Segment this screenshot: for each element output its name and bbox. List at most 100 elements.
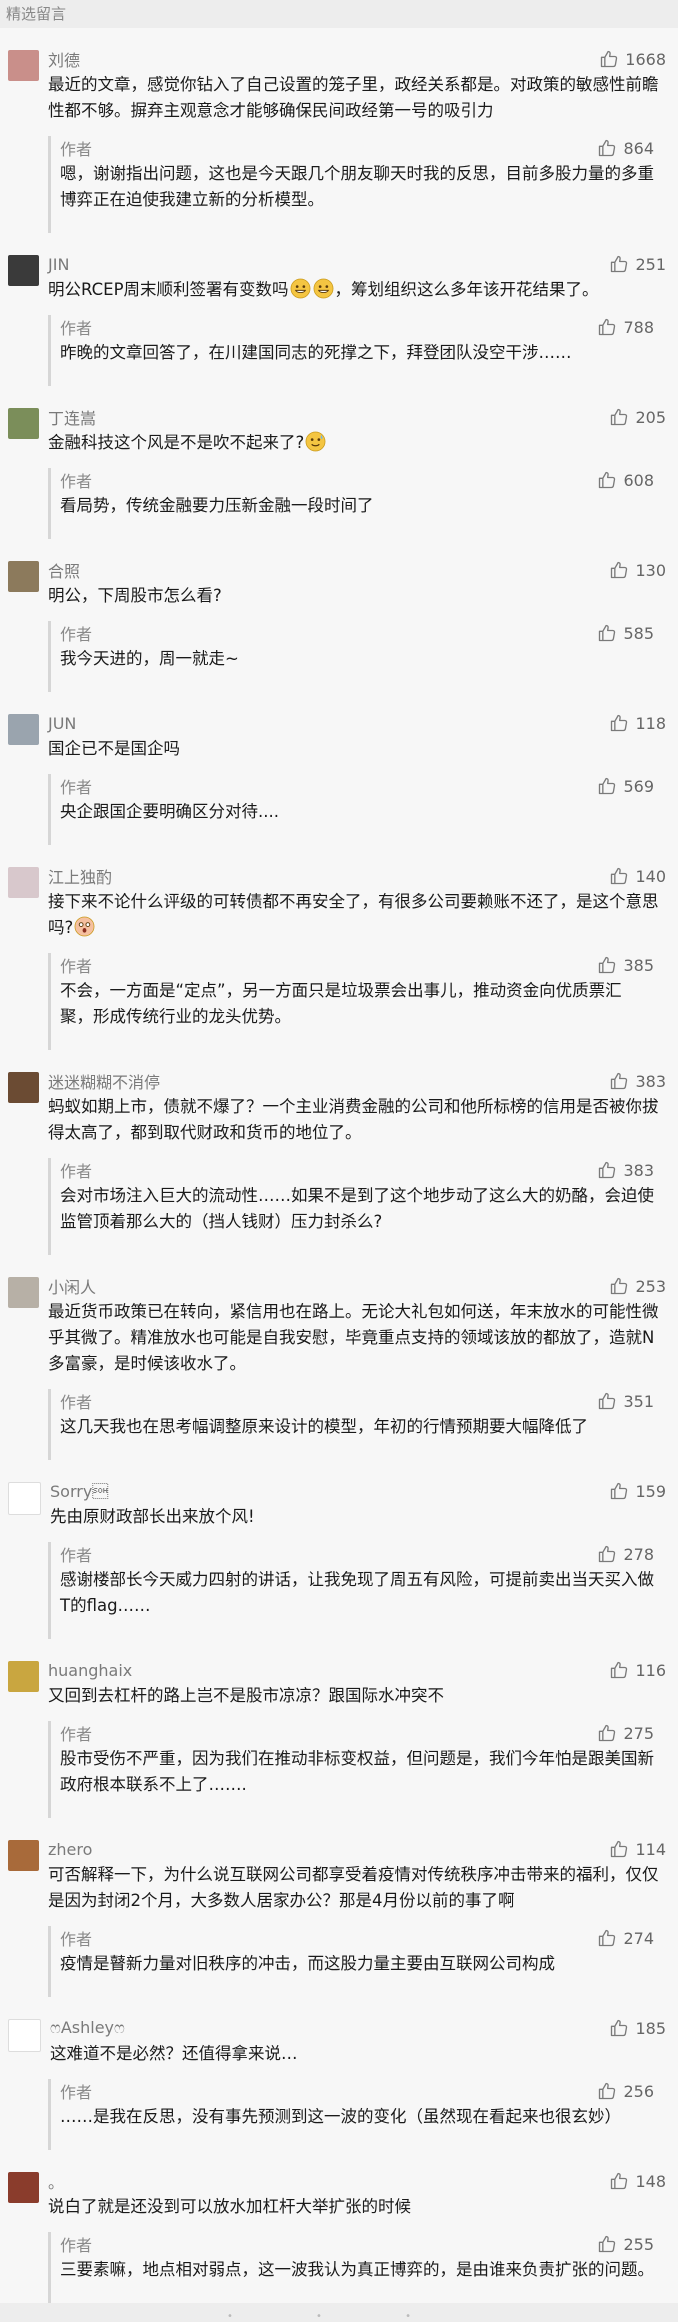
avatar[interactable] bbox=[8, 1840, 39, 1871]
comment-text: 先由原财政部长出来放个风! bbox=[50, 1507, 255, 1526]
comment-body: 明公，下周股市怎么看? bbox=[48, 583, 666, 609]
thumbs-up-icon bbox=[599, 1545, 616, 1563]
comment-body: 可否解释一下，为什么说互联网公司都享受着疫情对传统秩序冲击带来的福利，仅仅是因为… bbox=[48, 1862, 666, 1914]
reply-author: 作者 bbox=[60, 2236, 93, 2255]
comment-nickname[interactable]: JIN bbox=[48, 255, 69, 274]
comment-nickname[interactable]: zhero bbox=[48, 1840, 92, 1859]
reply-text: 昨晚的文章回答了，在川建国同志的死撑之下，拜登团队没空干涉…… bbox=[60, 343, 572, 362]
comment-item: zhero 114 可否解释一下，为什么说互联网公司都享受着疫情对传统秩序冲击带来的… bbox=[0, 1818, 678, 1997]
grin-icon bbox=[313, 278, 333, 299]
reply-like-button[interactable]: 274 bbox=[597, 1928, 654, 1948]
comment-body: 又回到去杠杆的路上岂不是股市凉凉？跟国际水冲突不 bbox=[48, 1683, 666, 1709]
like-button[interactable]: 118 bbox=[609, 713, 666, 733]
reply-like-button[interactable]: 385 bbox=[597, 955, 654, 975]
comment-nickname[interactable]: 迷迷糊糊不消停 bbox=[48, 1069, 160, 1093]
thumbs-up-icon bbox=[611, 1072, 628, 1090]
avatar[interactable] bbox=[8, 2172, 39, 2203]
thumbs-up-icon bbox=[599, 777, 616, 795]
reply-like-button[interactable]: 608 bbox=[597, 470, 654, 490]
reply-like-button[interactable]: 788 bbox=[597, 317, 654, 337]
like-button[interactable]: 251 bbox=[609, 254, 666, 274]
grin-icon bbox=[290, 278, 310, 299]
comment-nickname[interactable]: 江上独酌 bbox=[48, 864, 112, 888]
reply-text: 三要素嘛，地点相对弱点，这一波我认为真正博弈的，是由谁来负责扩张的问题。 bbox=[60, 2260, 654, 2279]
comment-nickname[interactable]: ෆAshleyෆ bbox=[50, 2018, 125, 2038]
avatar[interactable] bbox=[8, 255, 39, 286]
comment-nickname[interactable]: 丁连嵩 bbox=[48, 405, 96, 429]
like-count: 140 bbox=[635, 866, 666, 886]
reply-author: 作者 bbox=[60, 1162, 93, 1181]
reply-text: 我今天进的，周一就走~ bbox=[60, 649, 239, 668]
like-button[interactable]: 205 bbox=[609, 407, 666, 427]
like-button[interactable]: 383 bbox=[609, 1071, 666, 1091]
comment-list: 刘德 1668 最近的文章，感觉你钻入了自己设置的笼子里，政经关系都是。对政策的敏感… bbox=[0, 28, 678, 2303]
like-count: 1668 bbox=[625, 49, 666, 69]
comment-nickname[interactable]: 小闲人 bbox=[48, 1274, 96, 1298]
comment-text-tail: ，筹划组织这么多年该开花结果了。 bbox=[334, 280, 599, 299]
like-button[interactable]: 114 bbox=[609, 1839, 666, 1859]
comment-nickname[interactable]: 刘德 bbox=[48, 47, 80, 71]
author-reply: 作者 255 三要素嘛，地点相对弱点，这一波我认为真正博弈的，是由谁来负责扩张的问题… bbox=[48, 2232, 666, 2303]
like-count: 130 bbox=[635, 560, 666, 580]
thumbs-up-icon bbox=[611, 1840, 628, 1858]
comment-nickname[interactable]: 。 bbox=[48, 2169, 64, 2193]
reply-like-button[interactable]: 864 bbox=[597, 138, 654, 158]
avatar[interactable] bbox=[8, 1277, 39, 1308]
reply-text: 央企跟国企要明确区分对待.... bbox=[60, 802, 279, 821]
like-button[interactable]: 1668 bbox=[599, 49, 666, 69]
reply-like-button[interactable]: 383 bbox=[597, 1160, 654, 1180]
reply-like-button[interactable]: 569 bbox=[597, 776, 654, 796]
thumbs-up-icon bbox=[599, 1392, 616, 1410]
avatar[interactable] bbox=[8, 1661, 39, 1692]
like-button[interactable]: 130 bbox=[609, 560, 666, 580]
reply-author: 作者 bbox=[60, 319, 93, 338]
like-button[interactable]: 159 bbox=[609, 1481, 666, 1501]
comment-item: 丁连嵩 205 金融科技这个风是不是吹不起来了? 作者 608 看局势，传统金融要力压新金… bbox=[0, 386, 678, 539]
comment-nickname[interactable]: 合照 bbox=[48, 558, 80, 582]
reply-like-button[interactable]: 256 bbox=[597, 2081, 654, 2101]
like-button[interactable]: 116 bbox=[609, 1660, 666, 1680]
avatar[interactable] bbox=[8, 561, 39, 592]
avatar[interactable] bbox=[8, 2019, 41, 2052]
section-title: 精选留言 bbox=[0, 0, 678, 28]
reply-like-button[interactable]: 585 bbox=[597, 623, 654, 643]
sweat-icon bbox=[305, 431, 326, 452]
author-reply: 作者 608 看局势，传统金融要力压新金融一段时间了 bbox=[48, 468, 666, 539]
avatar[interactable] bbox=[8, 1072, 39, 1103]
thumbs-up-icon bbox=[599, 624, 616, 642]
reply-text: 疫情是瞽新力量对旧秩序的冲击，而这股力量主要由互联网公司构成 bbox=[60, 1954, 555, 1973]
like-button[interactable]: 140 bbox=[609, 866, 666, 886]
like-count: 253 bbox=[635, 1276, 666, 1296]
comment-text: 可否解释一下，为什么说互联网公司都享受着疫情对传统秩序冲击带来的福利，仅仅是因为… bbox=[48, 1865, 659, 1910]
reply-like-button[interactable]: 351 bbox=[597, 1391, 654, 1411]
avatar[interactable] bbox=[8, 408, 39, 439]
thumbs-up-icon bbox=[599, 471, 616, 489]
avatar[interactable] bbox=[8, 50, 39, 81]
reply-like-button[interactable]: 275 bbox=[597, 1723, 654, 1743]
thumbs-up-icon bbox=[599, 2082, 616, 2100]
reply-like-count: 278 bbox=[623, 1544, 654, 1564]
thumbs-up-icon bbox=[611, 408, 628, 426]
thumbs-up-icon bbox=[611, 714, 628, 732]
comment-text: 国企已不是国企吗 bbox=[48, 739, 180, 758]
comment-text: 接下来不论什么评级的可转债都不再安全了，有很多公司要赖账不还了，是这个意思吗? bbox=[48, 892, 659, 937]
avatar[interactable] bbox=[8, 714, 39, 745]
like-count: 251 bbox=[635, 254, 666, 274]
comment-nickname[interactable]: JUN bbox=[48, 714, 76, 733]
comment-item: 小闲人 253 最近货币政策已在转向，紧信用也在路上。无论大礼包如何送，年末放水的可… bbox=[0, 1255, 678, 1460]
like-count: 185 bbox=[635, 2018, 666, 2038]
comment-text: 说白了就是还没到可以放水加杠杆大举扩张的时候 bbox=[48, 2197, 411, 2216]
like-button[interactable]: 253 bbox=[609, 1276, 666, 1296]
reply-text: 嗯，谢谢指出问题，这也是今天跟几个朋友聊天时我的反思，目前多股力量的多重博弈正在… bbox=[60, 164, 654, 209]
avatar[interactable] bbox=[8, 867, 39, 898]
like-button[interactable]: 148 bbox=[609, 2171, 666, 2191]
like-button[interactable]: 185 bbox=[609, 2018, 666, 2038]
thumbs-up-icon bbox=[599, 1724, 616, 1742]
comment-nickname[interactable]: Sorry bbox=[50, 1482, 108, 1501]
reply-like-button[interactable]: 255 bbox=[597, 2234, 654, 2254]
reply-like-button[interactable]: 278 bbox=[597, 1544, 654, 1564]
avatar[interactable] bbox=[8, 1482, 41, 1515]
comment-nickname[interactable]: huanghaix bbox=[48, 1661, 132, 1680]
reply-like-count: 385 bbox=[623, 955, 654, 975]
like-count: 118 bbox=[635, 713, 666, 733]
